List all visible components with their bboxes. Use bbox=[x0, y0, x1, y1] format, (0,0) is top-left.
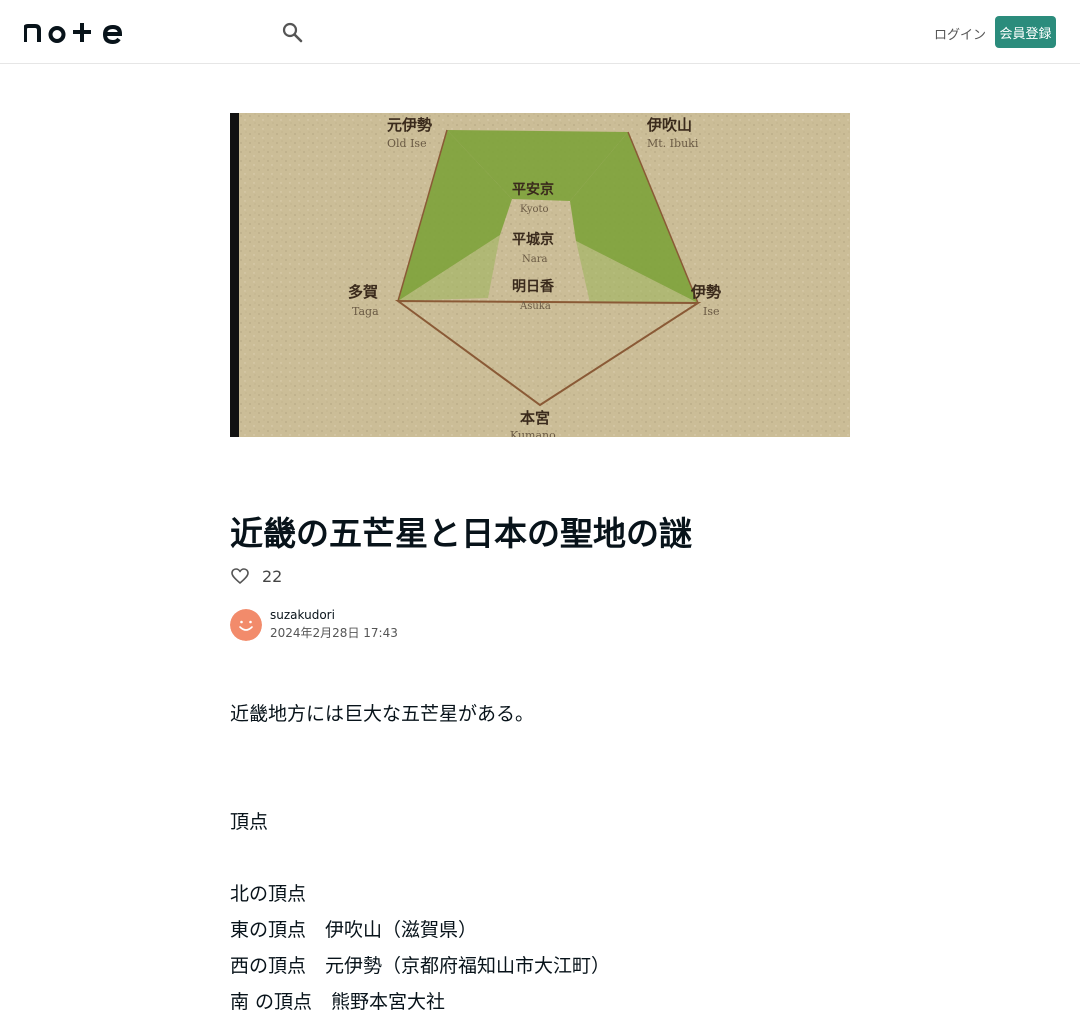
author-name[interactable]: suzakudori bbox=[270, 607, 398, 624]
avatar[interactable] bbox=[230, 608, 262, 641]
map-label-jp: 平城京 bbox=[512, 231, 554, 248]
map-label-jp: 伊勢 bbox=[690, 283, 721, 301]
like-row: 22 bbox=[230, 566, 282, 586]
map-label-jp: 元伊勢 bbox=[387, 116, 432, 134]
map-label-en: Asuka bbox=[519, 301, 551, 312]
heart-icon[interactable] bbox=[230, 566, 250, 586]
map-label-jp: 伊吹山 bbox=[646, 116, 692, 134]
search-icon[interactable] bbox=[280, 20, 304, 44]
body-paragraph: 北の頂点 bbox=[230, 883, 307, 905]
hero-image: 元伊勢 Old Ise 伊吹山 Mt. Ibuki 平安京 Kyoto 平城京 … bbox=[230, 113, 850, 437]
map-label-jp: 多賀 bbox=[348, 283, 378, 301]
article-body: 近畿地方には巨大な五芒星がある。 頂点 北の頂点 東の頂点 伊吹山（滋賀県） 西… bbox=[230, 696, 850, 1020]
body-paragraph: 西の頂点 元伊勢（京都府福知山市大江町） bbox=[230, 955, 611, 977]
body-paragraph: 東の頂点 伊吹山（滋賀県） bbox=[230, 919, 478, 941]
site-header: ログイン 会員登録 bbox=[0, 0, 1080, 64]
map-label-en: Mt. Ibuki bbox=[647, 137, 699, 150]
body-paragraph bbox=[230, 768, 850, 804]
body-paragraph: 近畿地方には巨大な五芒星がある。 bbox=[230, 703, 535, 725]
body-paragraph: 頂点 bbox=[230, 811, 269, 833]
map-label-jp: 本宮 bbox=[520, 409, 550, 427]
author-block: suzakudori 2024年2月28日 17:43 bbox=[230, 607, 398, 642]
post-date: 2024年2月28日 17:43 bbox=[270, 626, 398, 640]
body-paragraph bbox=[230, 840, 850, 876]
map-label-en: Nara bbox=[522, 254, 547, 265]
map-label-en: Taga bbox=[352, 305, 379, 318]
map-label-en: Old Ise bbox=[387, 137, 427, 150]
login-link[interactable]: ログイン bbox=[934, 24, 986, 43]
map-label-jp: 平安京 bbox=[512, 181, 554, 198]
map-label-en: Ise bbox=[703, 305, 720, 318]
like-count: 22 bbox=[262, 566, 283, 586]
map-label-jp: 明日香 bbox=[512, 278, 555, 295]
map-label-en: Kumano bbox=[510, 429, 556, 437]
body-paragraph: 南 の頂点 熊野本宮大社 bbox=[230, 991, 446, 1013]
map-label-en: Kyoto bbox=[520, 204, 549, 215]
signup-button[interactable]: 会員登録 bbox=[995, 16, 1056, 48]
note-logo[interactable] bbox=[24, 20, 122, 44]
body-paragraph bbox=[230, 732, 850, 768]
article-title: 近畿の五芒星と日本の聖地の謎 bbox=[230, 514, 692, 553]
